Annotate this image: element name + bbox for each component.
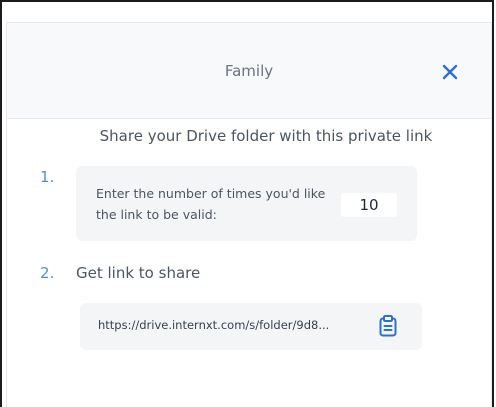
modal-title: Family: [224, 62, 274, 80]
share-description: Share your Drive folder with this privat…: [99, 127, 433, 145]
clipboard-icon[interactable]: [377, 314, 399, 338]
close-icon[interactable]: [439, 61, 461, 83]
link-validity-box: Enter the number of times you'd like the…: [76, 166, 417, 241]
link-validity-label: Enter the number of times you'd like the…: [96, 186, 326, 222]
modal-header: Family: [7, 23, 491, 119]
share-link-text[interactable]: https://drive.internxt.com/s/folder/9d8.…: [98, 318, 364, 332]
times-valid-input[interactable]: [341, 193, 397, 217]
get-link-label: Get link to share: [76, 264, 201, 282]
share-link-box: https://drive.internxt.com/s/folder/9d8.…: [80, 303, 422, 350]
step-2-number: 2.: [40, 264, 55, 282]
step-1-number: 1.: [40, 168, 55, 186]
